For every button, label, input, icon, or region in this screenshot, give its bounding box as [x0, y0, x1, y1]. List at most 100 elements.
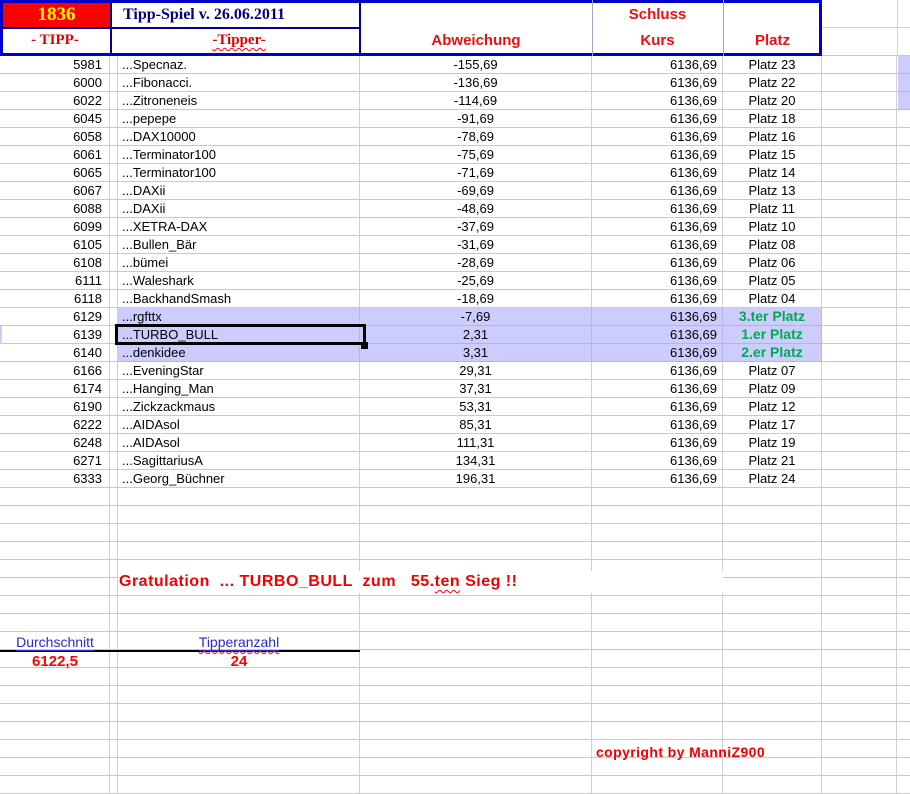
cell-empty[interactable]	[897, 452, 910, 470]
cell-kurs[interactable]	[592, 632, 723, 650]
cell-empty[interactable]	[822, 344, 897, 362]
cell-platz[interactable]: Platz 15	[723, 146, 822, 164]
cell-abweichung[interactable]: -37,69	[360, 218, 592, 236]
cell-kurs[interactable]	[592, 686, 723, 704]
cell-platz[interactable]: Platz 08	[723, 236, 822, 254]
cell-platz[interactable]: Platz 13	[723, 182, 822, 200]
cell-empty[interactable]	[897, 488, 910, 506]
cell-kurs[interactable]	[592, 650, 723, 668]
cell-kurs[interactable]	[592, 488, 723, 506]
cell-empty[interactable]	[822, 614, 897, 632]
cell-platz[interactable]	[723, 488, 822, 506]
cell-empty[interactable]	[897, 380, 910, 398]
cell-empty[interactable]	[822, 308, 897, 326]
cell-platz[interactable]: Platz 09	[723, 380, 822, 398]
cell-tipp[interactable]	[0, 578, 110, 596]
cell-kurs[interactable]: 6136,69	[592, 182, 723, 200]
cell-platz[interactable]: Platz 16	[723, 128, 822, 146]
cell-gap[interactable]	[110, 164, 118, 182]
cell-tipper[interactable]	[118, 722, 360, 740]
cell-empty[interactable]	[897, 722, 910, 740]
cell-platz[interactable]: Platz 18	[723, 110, 822, 128]
cell-abweichung[interactable]: 2,31	[360, 326, 592, 344]
cell-platz[interactable]	[723, 542, 822, 560]
cell-tipp[interactable]	[0, 722, 110, 740]
cell-abweichung[interactable]	[360, 704, 592, 722]
cell-tipp[interactable]: 6118	[0, 290, 110, 308]
cell-tipp[interactable]: 6222	[0, 416, 110, 434]
cell-empty[interactable]	[822, 182, 897, 200]
cell-tipp[interactable]	[0, 524, 110, 542]
cell-empty[interactable]	[822, 542, 897, 560]
cell-kurs[interactable]	[592, 596, 723, 614]
cell-abweichung[interactable]: -7,69	[360, 308, 592, 326]
cell-abweichung[interactable]: -69,69	[360, 182, 592, 200]
cell-tipper[interactable]: ...Zitroneneis	[118, 92, 360, 110]
cell-kurs[interactable]	[592, 722, 723, 740]
tipperanzahl-value[interactable]: 24	[118, 653, 360, 670]
sheet-title[interactable]: Tipp-Spiel v. 26.06.2011	[123, 6, 285, 24]
cell-kurs[interactable]: 6136,69	[592, 128, 723, 146]
cell-empty[interactable]	[822, 272, 897, 290]
cell-kurs[interactable]	[592, 524, 723, 542]
cell-kurs[interactable]: 6136,69	[592, 362, 723, 380]
cell-gap[interactable]	[110, 398, 118, 416]
cell-empty[interactable]	[897, 560, 910, 578]
cell-tipp[interactable]	[0, 686, 110, 704]
cell-gap[interactable]	[110, 182, 118, 200]
cell-gap[interactable]	[110, 452, 118, 470]
cell-platz[interactable]: Platz 07	[723, 362, 822, 380]
column-header-abweichung[interactable]: Abweichung	[360, 32, 592, 49]
cell-abweichung[interactable]: 29,31	[360, 362, 592, 380]
cell-empty[interactable]	[822, 110, 897, 128]
cell-tipp[interactable]: 6105	[0, 236, 110, 254]
cell-gap[interactable]	[110, 434, 118, 452]
cell-abweichung[interactable]: 37,31	[360, 380, 592, 398]
cell-tipper[interactable]: ...DAX10000	[118, 128, 360, 146]
cell-empty[interactable]	[822, 488, 897, 506]
cell-tipp[interactable]: 6139	[0, 326, 110, 344]
column-header-tipp[interactable]: - TIPP-	[0, 32, 110, 49]
cell-empty[interactable]	[822, 776, 897, 794]
cell-empty[interactable]	[822, 470, 897, 488]
cell-kurs[interactable]: 6136,69	[592, 434, 723, 452]
cell-kurs[interactable]: 6136,69	[592, 344, 723, 362]
cell-tipp[interactable]: 6022	[0, 92, 110, 110]
cell-abweichung[interactable]	[360, 488, 592, 506]
cell-abweichung[interactable]	[360, 614, 592, 632]
cell-empty[interactable]	[897, 110, 910, 128]
cell-platz[interactable]	[723, 704, 822, 722]
cell-empty[interactable]	[897, 218, 910, 236]
cell-empty[interactable]	[897, 578, 910, 596]
cell-tipper[interactable]	[118, 542, 360, 560]
cell-tipp[interactable]	[0, 740, 110, 758]
cell-tipper[interactable]: ...SagittariusA	[118, 452, 360, 470]
cell-abweichung[interactable]: -18,69	[360, 290, 592, 308]
cell-tipp[interactable]	[0, 668, 110, 686]
cell-abweichung[interactable]	[360, 542, 592, 560]
cell-gap[interactable]	[110, 56, 118, 74]
column-header-schluss[interactable]: Schluss	[592, 6, 723, 23]
cell-gap[interactable]	[110, 542, 118, 560]
cell-tipper[interactable]: ...Georg_Büchner	[118, 470, 360, 488]
cell-platz[interactable]	[723, 560, 822, 578]
cell-empty[interactable]	[822, 722, 897, 740]
cell-kurs[interactable]: 6136,69	[592, 236, 723, 254]
cell-abweichung[interactable]: -31,69	[360, 236, 592, 254]
cell-kurs[interactable]: 6136,69	[592, 56, 723, 74]
cell-empty[interactable]	[897, 236, 910, 254]
cell-empty[interactable]	[822, 632, 897, 650]
cell-abweichung[interactable]	[360, 740, 592, 758]
durchschnitt-label[interactable]: Durchschnitt	[0, 634, 110, 651]
cell-tipp[interactable]	[0, 776, 110, 794]
cell-kurs[interactable]	[592, 776, 723, 794]
cell-platz[interactable]: Platz 05	[723, 272, 822, 290]
cell-tipper[interactable]	[118, 704, 360, 722]
cell-empty[interactable]	[897, 308, 910, 326]
cell-kurs[interactable]: 6136,69	[592, 272, 723, 290]
cell-gap[interactable]	[110, 344, 118, 362]
cell-empty[interactable]	[897, 614, 910, 632]
cell-gap[interactable]	[110, 506, 118, 524]
cell-empty[interactable]	[897, 398, 910, 416]
cell-tipp[interactable]	[0, 596, 110, 614]
